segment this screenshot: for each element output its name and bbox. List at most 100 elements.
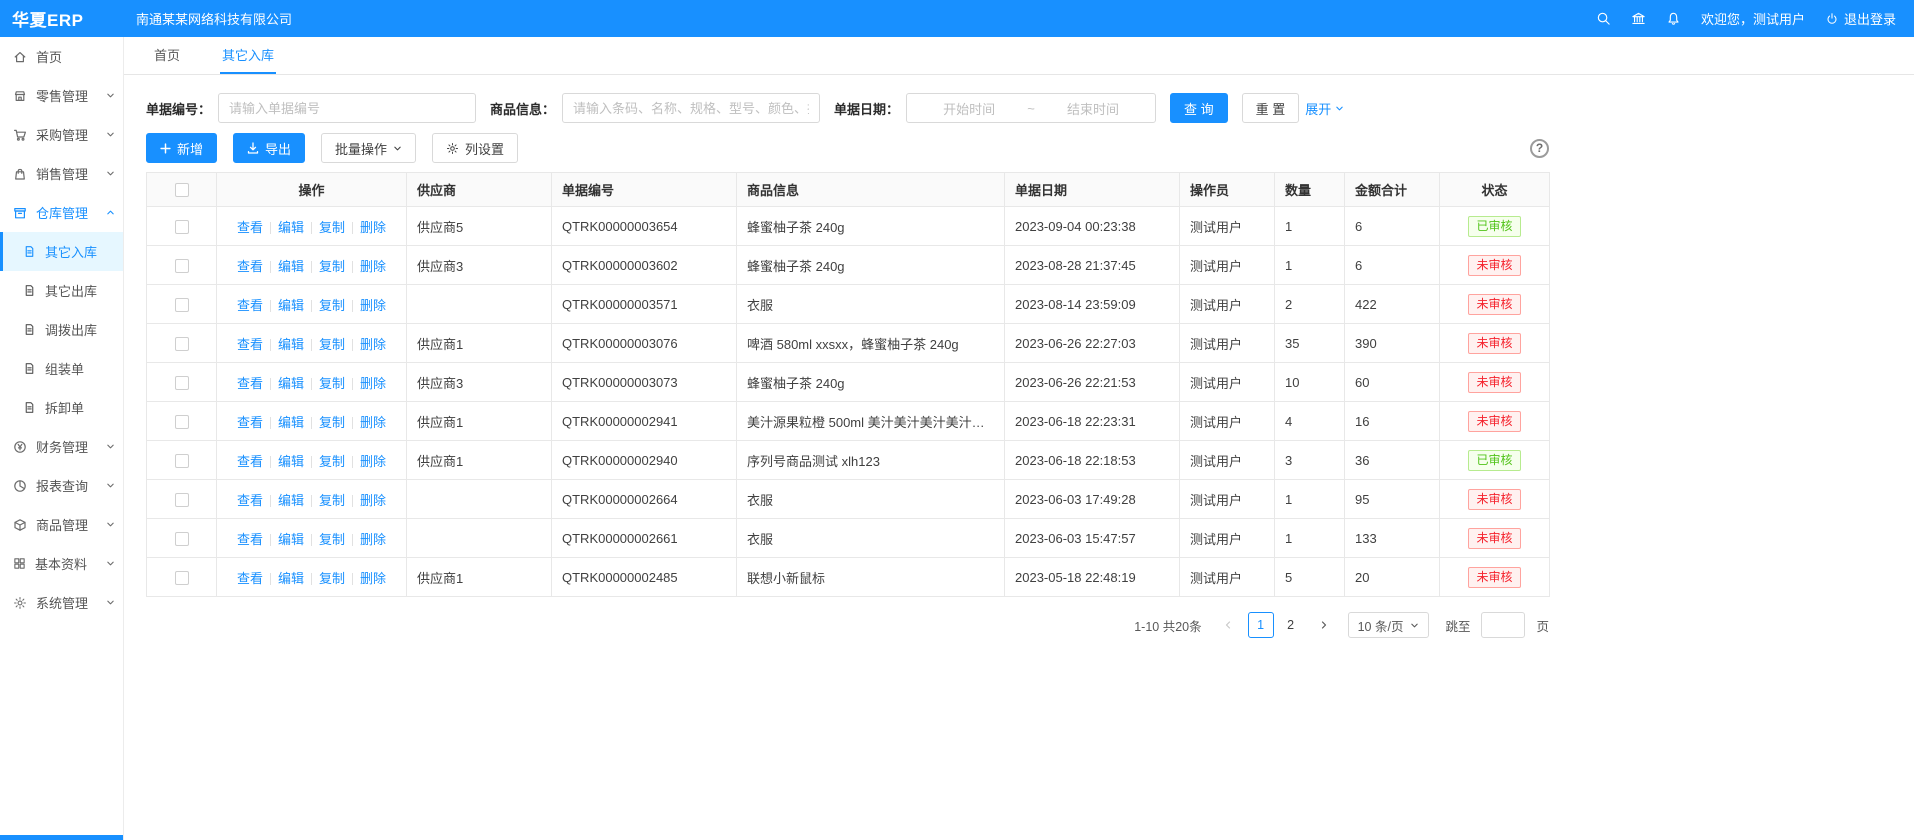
delete-link[interactable]: 删除 [360, 454, 386, 469]
bank-icon[interactable] [1631, 11, 1646, 26]
column-header-3[interactable]: 商品信息 [737, 173, 1005, 207]
copy-link[interactable]: 复制 [319, 571, 345, 586]
copy-link[interactable]: 复制 [319, 259, 345, 274]
bill-no-input[interactable] [218, 93, 476, 123]
view-link[interactable]: 查看 [237, 415, 263, 430]
select-all-checkbox[interactable] [175, 183, 189, 197]
view-link[interactable]: 查看 [237, 454, 263, 469]
row-checkbox[interactable] [175, 454, 189, 468]
copy-link[interactable]: 复制 [319, 454, 345, 469]
copy-link[interactable]: 复制 [319, 376, 345, 391]
date-range-input[interactable]: 开始时间 ~ 结束时间 [906, 93, 1156, 123]
column-header-4[interactable]: 单据日期 [1005, 173, 1180, 207]
delete-link[interactable]: 删除 [360, 298, 386, 313]
row-checkbox[interactable] [175, 415, 189, 429]
sidebar-item-1[interactable]: 零售管理 [0, 76, 123, 115]
copy-link[interactable]: 复制 [319, 220, 345, 235]
sidebar-subitem-4-3[interactable]: 组装单 [0, 349, 123, 388]
sidebar-item-6[interactable]: 报表查询 [0, 466, 123, 505]
search-button[interactable]: 查 询 [1170, 93, 1228, 123]
copy-link[interactable]: 复制 [319, 415, 345, 430]
sidebar-item-8[interactable]: 基本资料 [0, 544, 123, 583]
sidebar-item-0[interactable]: 首页 [0, 37, 123, 76]
tab-other-inbound[interactable]: 其它入库 [220, 37, 276, 74]
row-checkbox[interactable] [175, 493, 189, 507]
row-checkbox[interactable] [175, 337, 189, 351]
batch-operations-button[interactable]: 批量操作 [321, 133, 416, 163]
page-size-select[interactable]: 10 条/页 [1348, 612, 1430, 638]
delete-link[interactable]: 删除 [360, 220, 386, 235]
next-page-button[interactable] [1312, 612, 1336, 638]
prev-page-button[interactable] [1216, 612, 1240, 638]
row-checkbox[interactable] [175, 259, 189, 273]
sidebar-subitem-4-2[interactable]: 调拨出库 [0, 310, 123, 349]
sidebar-item-9[interactable]: 系统管理 [0, 583, 123, 622]
delete-link[interactable]: 删除 [360, 259, 386, 274]
copy-link[interactable]: 复制 [319, 493, 345, 508]
delete-link[interactable]: 删除 [360, 337, 386, 352]
edit-link[interactable]: 编辑 [278, 454, 304, 469]
edit-link[interactable]: 编辑 [278, 220, 304, 235]
logout-button[interactable]: 退出登录 [1825, 9, 1896, 28]
jump-page-input[interactable] [1481, 612, 1525, 638]
search-icon[interactable] [1596, 11, 1611, 26]
export-button[interactable]: 导出 [233, 133, 305, 163]
sidebar-item-4[interactable]: 仓库管理 [0, 193, 123, 232]
sidebar-subitem-4-4[interactable]: 拆卸单 [0, 388, 123, 427]
row-checkbox[interactable] [175, 298, 189, 312]
edit-link[interactable]: 编辑 [278, 532, 304, 547]
date-end-placeholder[interactable]: 结束时间 [1039, 99, 1147, 118]
view-link[interactable]: 查看 [237, 571, 263, 586]
view-link[interactable]: 查看 [237, 532, 263, 547]
edit-link[interactable]: 编辑 [278, 493, 304, 508]
sidebar-item-3[interactable]: 销售管理 [0, 154, 123, 193]
edit-link[interactable]: 编辑 [278, 298, 304, 313]
sidebar-item-7[interactable]: 商品管理 [0, 505, 123, 544]
delete-link[interactable]: 删除 [360, 571, 386, 586]
view-link[interactable]: 查看 [237, 259, 263, 274]
edit-link[interactable]: 编辑 [278, 376, 304, 391]
view-link[interactable]: 查看 [237, 337, 263, 352]
row-checkbox[interactable] [175, 571, 189, 585]
view-link[interactable]: 查看 [237, 493, 263, 508]
copy-link[interactable]: 复制 [319, 298, 345, 313]
row-checkbox[interactable] [175, 532, 189, 546]
product-input[interactable] [562, 93, 820, 123]
view-link[interactable]: 查看 [237, 376, 263, 391]
column-header-0[interactable]: 操作 [217, 173, 407, 207]
delete-link[interactable]: 删除 [360, 493, 386, 508]
delete-link[interactable]: 删除 [360, 532, 386, 547]
column-header-8[interactable]: 状态 [1440, 173, 1550, 207]
sidebar-item-5[interactable]: 财务管理 [0, 427, 123, 466]
sidebar-subitem-4-1[interactable]: 其它出库 [0, 271, 123, 310]
column-header-7[interactable]: 金额合计 [1345, 173, 1440, 207]
column-header-5[interactable]: 操作员 [1180, 173, 1275, 207]
sidebar-collapse-bar[interactable] [0, 835, 123, 840]
add-button[interactable]: 新增 [146, 133, 217, 163]
sidebar-subitem-4-0[interactable]: 其它入库 [0, 232, 123, 271]
app-logo[interactable]: 华夏ERP [0, 6, 124, 31]
view-link[interactable]: 查看 [237, 220, 263, 235]
page-button-1[interactable]: 1 [1248, 612, 1274, 638]
column-settings-button[interactable]: 列设置 [432, 133, 518, 163]
column-header-1[interactable]: 供应商 [407, 173, 552, 207]
help-icon[interactable]: ? [1530, 139, 1549, 158]
copy-link[interactable]: 复制 [319, 337, 345, 352]
view-link[interactable]: 查看 [237, 298, 263, 313]
row-checkbox[interactable] [175, 220, 189, 234]
date-start-placeholder[interactable]: 开始时间 [915, 99, 1023, 118]
edit-link[interactable]: 编辑 [278, 337, 304, 352]
delete-link[interactable]: 删除 [360, 376, 386, 391]
edit-link[interactable]: 编辑 [278, 571, 304, 586]
column-header-2[interactable]: 单据编号 [552, 173, 737, 207]
page-button-2[interactable]: 2 [1278, 612, 1304, 638]
expand-link[interactable]: 展开 [1305, 99, 1344, 118]
row-checkbox[interactable] [175, 376, 189, 390]
column-header-6[interactable]: 数量 [1275, 173, 1345, 207]
reset-button[interactable]: 重 置 [1242, 93, 1300, 123]
copy-link[interactable]: 复制 [319, 532, 345, 547]
edit-link[interactable]: 编辑 [278, 415, 304, 430]
tab-home[interactable]: 首页 [152, 37, 182, 74]
edit-link[interactable]: 编辑 [278, 259, 304, 274]
bell-icon[interactable] [1666, 11, 1681, 26]
